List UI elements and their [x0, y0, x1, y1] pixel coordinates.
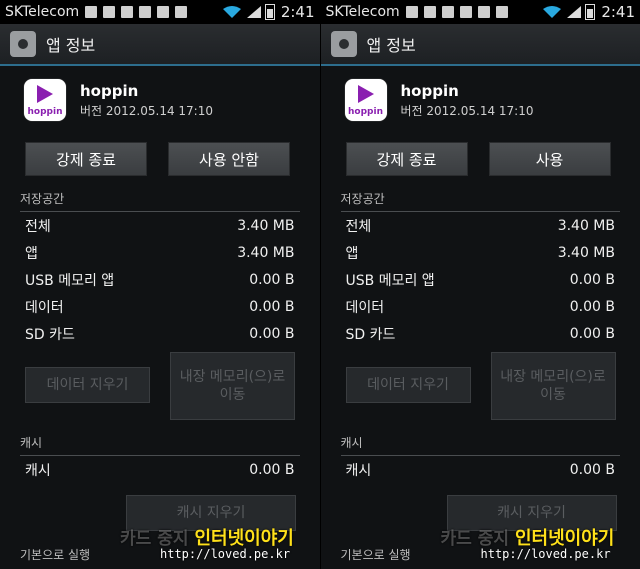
storage-header: 저장공간: [20, 190, 300, 212]
play-icon: [357, 85, 374, 103]
status-bar: SKTelecom 2:41: [320, 0, 640, 24]
storage-row: 전체 3.40 MB: [20, 212, 300, 239]
wifi-icon: [222, 6, 241, 18]
clock: 2:41: [601, 3, 635, 21]
storage-row: 전체 3.40 MB: [341, 212, 621, 239]
row-value: 0.00 B: [249, 461, 295, 478]
carrier-label: SKTelecom: [5, 4, 80, 20]
force-stop-button[interactable]: 강제 종료: [345, 142, 468, 176]
row-label: USB 메모리 앱: [345, 272, 435, 289]
enable-button[interactable]: 사용: [488, 142, 611, 176]
storage-row: SD 카드 0.00 B: [341, 320, 621, 347]
watermark-title: 인터넷이야기: [514, 528, 615, 549]
row-label: 전체: [345, 218, 372, 235]
row-value: 0.00 B: [249, 325, 295, 342]
row-label: 캐시: [345, 462, 372, 479]
battery-icon: [264, 4, 275, 20]
app-icon-wordmark: hoppin: [27, 107, 63, 117]
facebook-icon: [423, 6, 436, 18]
row-label: SD 카드: [25, 326, 75, 343]
row-value: 3.40 MB: [237, 217, 295, 234]
row-label: 앱: [25, 245, 38, 262]
row-value: 0.00 B: [569, 298, 615, 315]
right-screen: SKTelecom 2:41 앱 정보 hoppin hoppin 버전 201…: [319, 0, 640, 569]
page-title: 앱 정보: [366, 36, 416, 55]
signal-icon: [246, 6, 261, 18]
app-header: hoppin hoppin 버전 2012.05.14 17:10: [321, 66, 640, 124]
row-label: SD 카드: [345, 326, 396, 343]
storage-row: USB 메모리 앱 0.00 B: [341, 266, 621, 293]
watermark-url: http://loved.pe.kr: [480, 547, 611, 561]
mail-icon: [139, 6, 152, 18]
app-name: hoppin: [400, 81, 459, 100]
watermark-url: http://loved.pe.kr: [160, 547, 291, 561]
row-value: 3.40 MB: [237, 244, 295, 261]
storage-header: 저장공간: [340, 190, 620, 212]
storage-row: 데이터 0.00 B: [341, 293, 621, 320]
signal-icon: [567, 6, 582, 18]
move-to-internal-button[interactable]: 내장 메모리(으)로 이동: [490, 352, 616, 420]
row-value: 0.00 B: [249, 298, 295, 315]
force-stop-button[interactable]: 강제 종료: [25, 142, 147, 176]
storage-row: USB 메모리 앱 0.00 B: [20, 266, 300, 293]
cache-row: 캐시 0.00 B: [20, 456, 300, 483]
row-value: 0.00 B: [249, 271, 295, 288]
row-value: 0.00 B: [569, 461, 615, 478]
settings-icon: [330, 31, 357, 57]
page-title: 앱 정보: [46, 36, 96, 55]
storage-row: 데이터 0.00 B: [20, 293, 300, 320]
cache-row: 캐시 0.00 B: [341, 456, 621, 483]
row-value: 3.40 MB: [557, 244, 615, 261]
gallery-icon: [85, 6, 98, 18]
clock: 2:41: [280, 3, 315, 21]
cache-header: 캐시: [20, 434, 300, 456]
facebook-icon: [477, 6, 490, 18]
move-to-internal-button[interactable]: 내장 메모리(으)로 이동: [170, 352, 295, 420]
row-label: USB 메모리 앱: [25, 272, 115, 289]
watermark-title: 인터넷이야기: [194, 528, 294, 549]
clear-data-button[interactable]: 데이터 지우기: [345, 367, 471, 403]
smiley-icon: [175, 6, 188, 18]
app-icon: hoppin: [344, 79, 387, 121]
watermark-ghost: 카드 중지: [120, 529, 189, 549]
wifi-icon: [543, 6, 562, 18]
title-bar: 앱 정보: [0, 24, 320, 66]
smiley-icon: [495, 6, 508, 18]
app-name: hoppin: [80, 81, 139, 100]
status-bar: SKTelecom 2:41: [0, 0, 320, 24]
mail-icon: [459, 6, 472, 18]
left-screen: SKTelecom 2:41 앱 정보 hoppin hoppin 버전 201…: [0, 0, 320, 569]
row-label: 데이터: [345, 299, 385, 316]
row-value: 3.40 MB: [557, 217, 615, 234]
row-label: 앱: [345, 245, 359, 262]
cache-header: 캐시: [340, 434, 620, 456]
storage-row: 앱 3.40 MB: [20, 239, 300, 266]
row-label: 전체: [25, 218, 51, 235]
battery-icon: [585, 4, 596, 20]
download-icon: [121, 6, 134, 18]
row-value: 0.00 B: [569, 325, 615, 342]
facebook-icon: [157, 6, 170, 18]
title-bar: 앱 정보: [320, 24, 640, 66]
gallery-icon: [405, 6, 418, 18]
row-value: 0.00 B: [569, 271, 615, 288]
facebook-icon: [103, 6, 116, 18]
app-icon: hoppin: [24, 79, 66, 121]
row-label: 캐시: [25, 462, 51, 479]
play-icon: [37, 85, 53, 103]
download-icon: [441, 6, 454, 18]
settings-icon: [10, 31, 36, 57]
storage-row: SD 카드 0.00 B: [20, 320, 300, 347]
row-label: 데이터: [25, 299, 64, 316]
watermark-ghost: 카드 중지: [440, 529, 509, 549]
disable-button[interactable]: 사용 안함: [168, 142, 290, 176]
clear-data-button[interactable]: 데이터 지우기: [25, 367, 150, 403]
carrier-label: SKTelecom: [325, 4, 400, 20]
storage-row: 앱 3.40 MB: [341, 239, 621, 266]
app-icon-wordmark: hoppin: [348, 107, 383, 117]
app-version: 버전 2012.05.14 17:10: [400, 103, 534, 118]
app-header: hoppin hoppin 버전 2012.05.14 17:10: [0, 66, 320, 124]
app-version: 버전 2012.05.14 17:10: [80, 103, 213, 118]
